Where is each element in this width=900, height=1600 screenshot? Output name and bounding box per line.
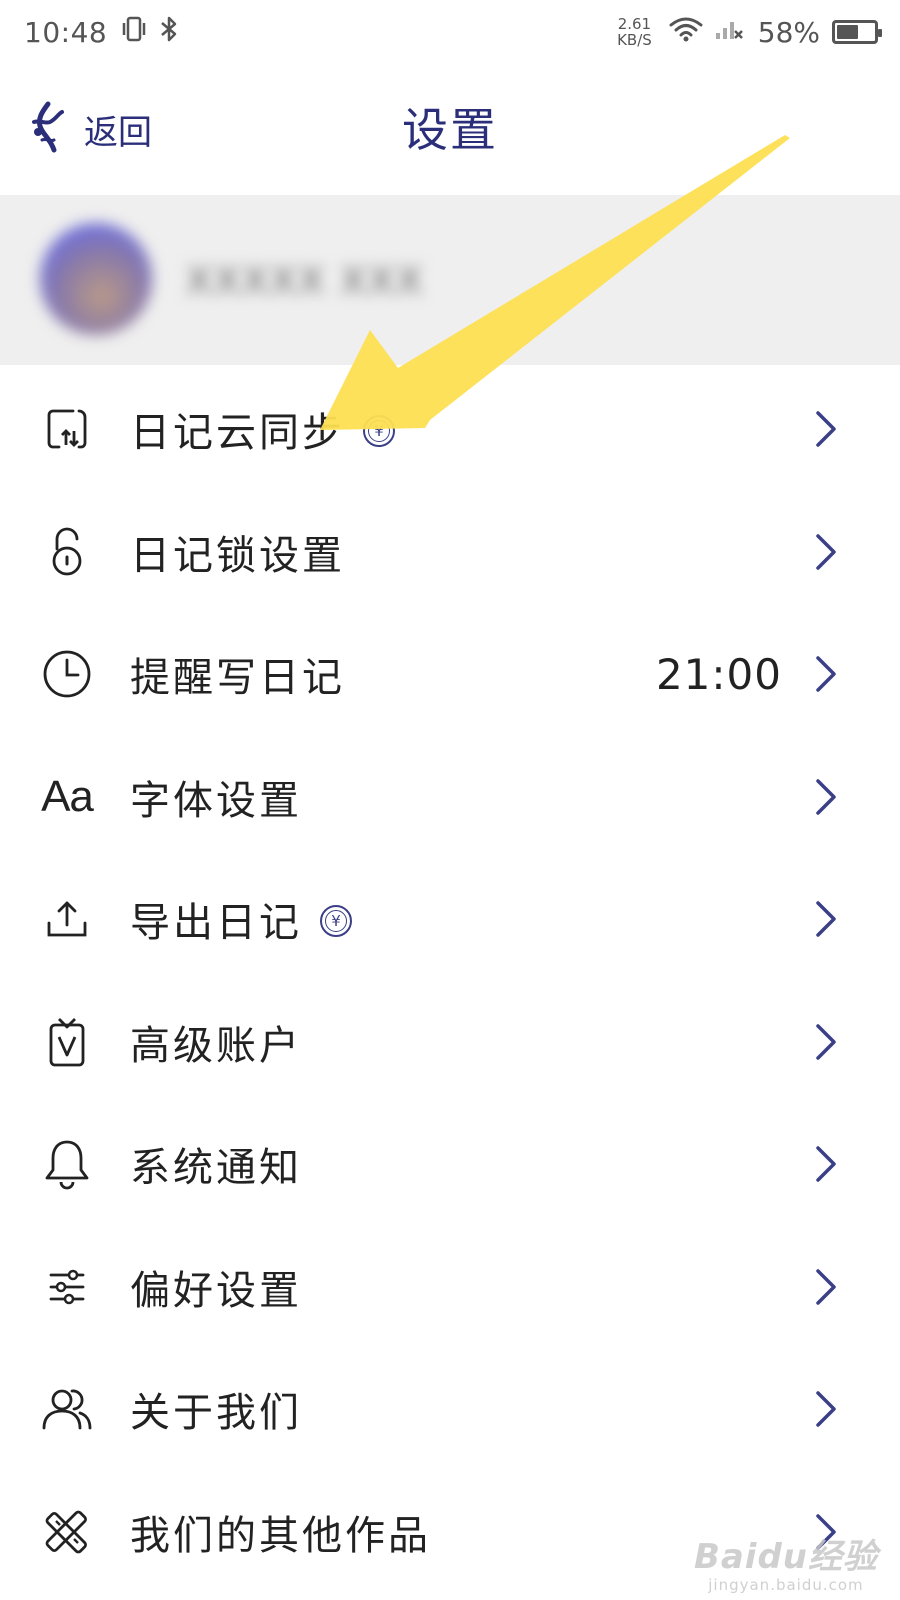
avatar [40, 223, 152, 335]
settings-row-preferences[interactable]: 偏好设置 [0, 1226, 900, 1349]
battery-fill [837, 25, 858, 39]
chevron-right-icon [816, 1269, 836, 1305]
settings-row-cloud-sync[interactable]: 日记云同步 ¥ [0, 368, 900, 491]
font-icon: Aa [40, 770, 94, 824]
chevron-right-icon [816, 901, 836, 937]
row-label: 提醒写日记 [130, 655, 345, 702]
row-label: 日记云同步 ¥ [130, 400, 395, 458]
status-right: 2.61 KB/S 58% [617, 15, 882, 50]
export-icon [40, 892, 94, 946]
row-label: 偏好设置 [130, 1267, 302, 1314]
chevron-right-icon [816, 779, 836, 815]
row-label: 导出日记 ¥ [130, 890, 352, 948]
chevron-right-icon [816, 1146, 836, 1182]
settings-screen: 10:48 2.61 KB/S 58% 返回 设置 XXXXX XXX 日记云同… [0, 0, 900, 1600]
vip-badge: ¥ [320, 905, 352, 938]
settings-row-other-apps[interactable]: 我们的其他作品 [0, 1471, 900, 1594]
row-label: 日记锁设置 [130, 532, 345, 579]
bluetooth-icon [159, 15, 179, 50]
chevron-right-icon [816, 534, 836, 570]
settings-row-about[interactable]: 关于我们 [0, 1348, 900, 1471]
net-speed: 2.61 KB/S [617, 16, 652, 48]
row-label: 我们的其他作品 [130, 1512, 431, 1559]
settings-row-diary-lock[interactable]: 日记锁设置 [0, 491, 900, 614]
settings-row-font[interactable]: Aa 字体设置 [0, 736, 900, 859]
settings-list: 日记云同步 ¥ 日记锁设置 提醒写日记 21:00 Aa 字体设置 导出日记 ¥… [0, 368, 900, 1593]
profile-name: XXXXX XXX [186, 259, 425, 303]
net-speed-unit: KB/S [617, 31, 652, 49]
row-label: 字体设置 [130, 777, 302, 824]
font-icon-text: Aa [41, 771, 94, 821]
clock-icon [40, 647, 94, 701]
unlock-icon [40, 525, 94, 579]
profile-card[interactable]: XXXXX XXX [0, 195, 900, 365]
wifi-icon [668, 15, 704, 50]
row-label-text: 导出日记 [130, 900, 302, 947]
signal-icon [714, 15, 744, 50]
battery-icon [832, 20, 882, 44]
tools-icon [40, 1505, 94, 1559]
row-label: 关于我们 [130, 1390, 302, 1437]
status-bar: 10:48 2.61 KB/S 58% [0, 0, 900, 64]
users-icon [40, 1382, 94, 1436]
bell-icon [40, 1137, 94, 1191]
premium-badge-icon [40, 1015, 94, 1069]
chevron-right-icon [816, 411, 836, 447]
row-label: 系统通知 [130, 1145, 302, 1192]
settings-row-export[interactable]: 导出日记 ¥ [0, 858, 900, 981]
battery-percent: 58% [757, 15, 820, 49]
vibrate-icon [121, 15, 147, 50]
chevron-right-icon [816, 1024, 836, 1060]
status-time: 10:48 [24, 15, 108, 49]
chevron-right-icon [816, 1391, 836, 1427]
net-speed-value: 2.61 [617, 15, 652, 33]
chevron-right-icon [816, 656, 836, 692]
vip-badge: ¥ [363, 415, 395, 448]
status-left-icons [121, 15, 179, 50]
sliders-icon [40, 1260, 94, 1314]
nav-bar: 返回 设置 [0, 64, 900, 184]
page-title: 设置 [402, 103, 498, 157]
reminder-time-value: 21:00 [655, 649, 782, 699]
chevron-right-icon [816, 1514, 836, 1550]
row-label-text: 日记云同步 [130, 410, 345, 457]
cloud-sync-icon [40, 402, 94, 456]
settings-row-premium[interactable]: 高级账户 [0, 981, 900, 1104]
row-label: 高级账户 [130, 1022, 302, 1069]
settings-row-notifications[interactable]: 系统通知 [0, 1103, 900, 1226]
settings-row-reminder[interactable]: 提醒写日记 21:00 [0, 613, 900, 736]
